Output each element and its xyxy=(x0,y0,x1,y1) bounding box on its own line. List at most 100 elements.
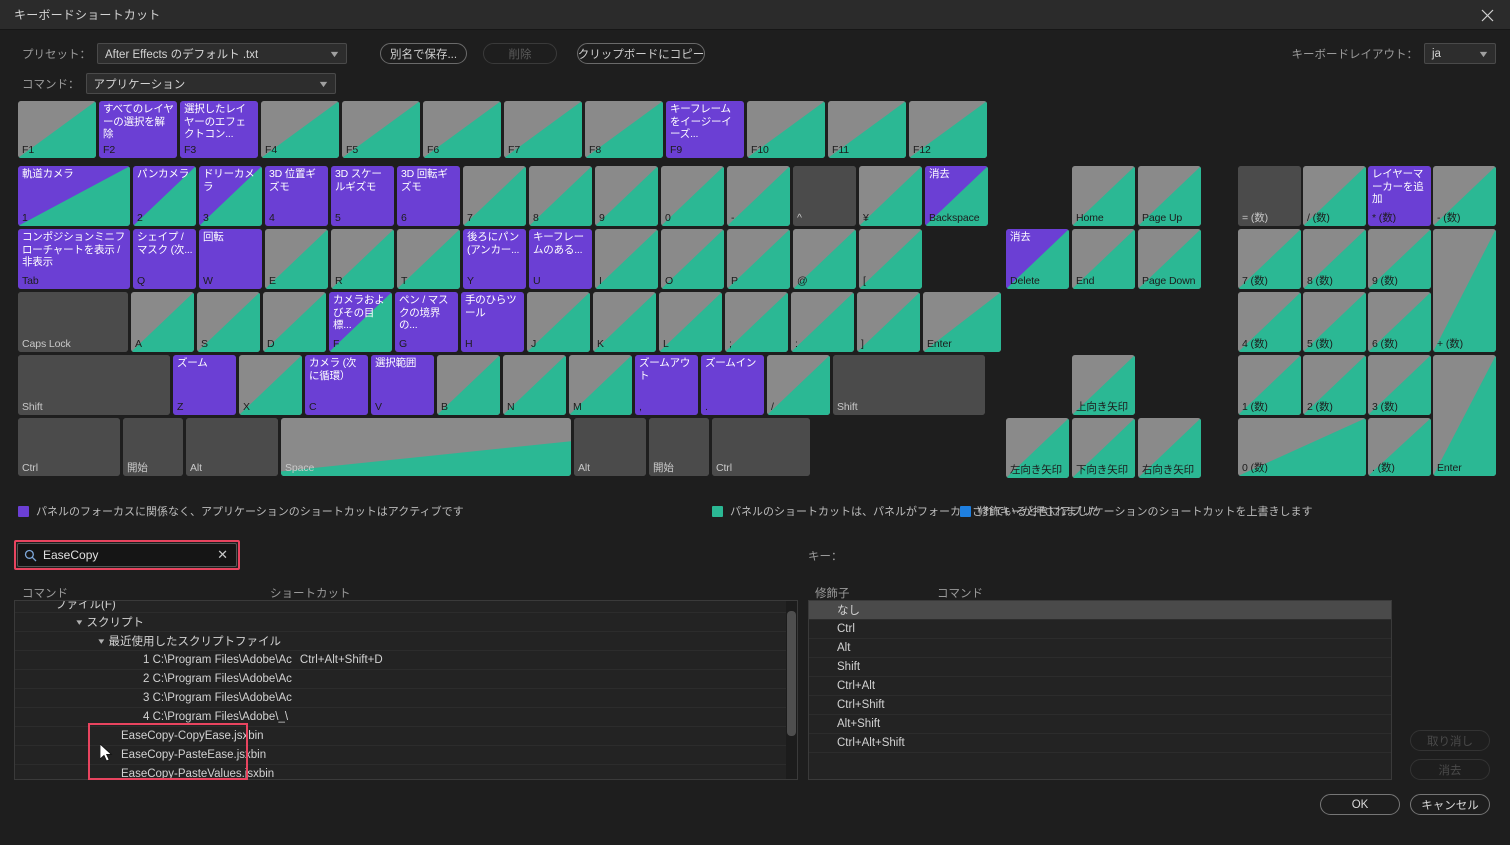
key--2-12[interactable]: [ xyxy=(859,229,922,289)
key--np15[interactable]: . (数) xyxy=(1368,418,1431,476)
key-f6-0-5[interactable]: F6 xyxy=(423,101,501,158)
key-ctrl-5-6[interactable]: Ctrl xyxy=(712,418,810,476)
key-enter-np16[interactable]: Enter xyxy=(1433,355,1496,476)
table-row[interactable]: 3 C:\Program Files\Adobe\Ac xyxy=(15,689,797,708)
key-t-2-5[interactable]: T xyxy=(397,229,460,289)
key--np2[interactable]: レイヤーマーカーを追加 * (数) xyxy=(1368,166,1431,226)
key-y-2-6[interactable]: 後ろにパン (アンカー... Y xyxy=(463,229,526,289)
modifier-row[interactable]: Ctrl+Alt+Shift xyxy=(809,734,1391,753)
copy-to-clipboard-button[interactable]: クリップボードにコピー xyxy=(577,43,705,64)
key--arr0[interactable]: 上向き矢印 xyxy=(1072,355,1135,415)
key--arr2[interactable]: 下向き矢印 xyxy=(1072,418,1135,478)
key-h-3-6[interactable]: 手のひらツール H xyxy=(461,292,524,352)
key-r-2-4[interactable]: R xyxy=(331,229,394,289)
key-7-np4[interactable]: 7 (数) xyxy=(1238,229,1301,289)
key-3-np13[interactable]: 3 (数) xyxy=(1368,355,1431,415)
command-tree-scrollbar[interactable] xyxy=(786,601,797,779)
key-j-3-7[interactable]: J xyxy=(527,292,590,352)
key-delete-nav2[interactable]: 消去 Delete xyxy=(1006,229,1069,289)
key-w-2-2[interactable]: 回転 W xyxy=(199,229,262,289)
tree-twisty-icon[interactable]: ▾ xyxy=(98,636,104,647)
key-n-4-6[interactable]: N xyxy=(503,355,566,415)
table-row[interactable]: 1 C:\Program Files\Adobe\Ac Ctrl+Alt+Shif… xyxy=(15,651,797,670)
key-p-2-10[interactable]: P xyxy=(727,229,790,289)
key-modifier-pane[interactable]: なし Ctrl Alt Shift Ctrl+Alt Ctrl+Shift Alt+Shif… xyxy=(808,600,1392,780)
key-tab-2-0[interactable]: コンポジションミニフローチャートを表示 / 非表示 Tab xyxy=(18,229,130,289)
close-icon[interactable] xyxy=(1464,0,1510,30)
key-6-np10[interactable]: 6 (数) xyxy=(1368,292,1431,352)
key--arr3[interactable]: 右向き矢印 xyxy=(1138,418,1201,478)
search-input[interactable] xyxy=(37,548,216,562)
key--3-12[interactable]: ] xyxy=(857,292,920,352)
key--arr1[interactable]: 左向き矢印 xyxy=(1006,418,1069,478)
key-8-np5[interactable]: 8 (数) xyxy=(1303,229,1366,289)
key-x-4-2[interactable]: X xyxy=(239,355,302,415)
key-v-4-4[interactable]: 選択範囲 V xyxy=(371,355,434,415)
key-9-1-8[interactable]: 9 xyxy=(595,166,658,226)
key-f9-0-8[interactable]: キーフレームをイージーイーズ... F9 xyxy=(666,101,744,158)
key-z-4-1[interactable]: ズーム Z xyxy=(173,355,236,415)
key-f10-0-9[interactable]: F10 xyxy=(747,101,825,158)
key--np0[interactable]: = (数) xyxy=(1238,166,1301,226)
key-d-3-3[interactable]: D xyxy=(263,292,326,352)
key--4-10[interactable]: / xyxy=(767,355,830,415)
key-8-1-7[interactable]: 8 xyxy=(529,166,592,226)
key-f2-0-1[interactable]: すべてのレイヤーの選択を解除 F2 xyxy=(99,101,177,158)
key-alt-5-4[interactable]: Alt xyxy=(574,418,646,476)
scrollbar-thumb[interactable] xyxy=(787,611,796,736)
key-f7-0-6[interactable]: F7 xyxy=(504,101,582,158)
search-box[interactable]: ✕ xyxy=(14,540,240,570)
key-enter-3-13[interactable]: Enter xyxy=(923,292,1001,352)
key-caps-lock-3-0[interactable]: Caps Lock xyxy=(18,292,128,352)
modifier-row[interactable]: なし xyxy=(809,601,1391,620)
key-f1-0-0[interactable]: F1 xyxy=(18,101,96,158)
key-f8-0-7[interactable]: F8 xyxy=(585,101,663,158)
command-tree-pane[interactable]: ファイル(F) ▾ スクリプト ▾ 最近使用したスクリプトファイル 1 C:\Progra… xyxy=(14,600,798,780)
table-row[interactable]: ファイル(F) xyxy=(15,601,797,613)
key-backspace-1-13[interactable]: 消去 Backspace xyxy=(925,166,988,226)
key-e-2-3[interactable]: E xyxy=(265,229,328,289)
key-c-4-3[interactable]: カメラ (次に循環） C xyxy=(305,355,368,415)
modifier-row[interactable]: Shift xyxy=(809,658,1391,677)
key-page-down-nav4[interactable]: Page Down xyxy=(1138,229,1201,289)
table-row[interactable]: ▾ スクリプト xyxy=(15,613,797,632)
key--np7[interactable]: + (数) xyxy=(1433,229,1496,352)
key-ctrl-5-0[interactable]: Ctrl xyxy=(18,418,120,476)
ok-button[interactable]: OK xyxy=(1320,794,1400,815)
key--2-11[interactable]: @ xyxy=(793,229,856,289)
key-l-3-9[interactable]: L xyxy=(659,292,722,352)
table-row[interactable]: ▾ 最近使用したスクリプトファイル xyxy=(15,632,797,651)
key-6-1-5[interactable]: 3D 回転ギズモ 6 xyxy=(397,166,460,226)
key-2-np12[interactable]: 2 (数) xyxy=(1303,355,1366,415)
key-s-3-2[interactable]: S xyxy=(197,292,260,352)
key-5-1-4[interactable]: 3D スケールギズモ 5 xyxy=(331,166,394,226)
modifier-row[interactable]: Alt xyxy=(809,639,1391,658)
key-f-3-4[interactable]: カメラおよびその目標... F xyxy=(329,292,392,352)
cancel-button[interactable]: キャンセル xyxy=(1410,794,1490,815)
key-5-np9[interactable]: 5 (数) xyxy=(1303,292,1366,352)
key-f3-0-2[interactable]: 選択したレイヤーのエフェクトコン... F3 xyxy=(180,101,258,158)
key-1-np11[interactable]: 1 (数) xyxy=(1238,355,1301,415)
save-as-button[interactable]: 別名で保存... xyxy=(380,43,467,64)
key--np3[interactable]: - (数) xyxy=(1433,166,1496,226)
key--5-1[interactable]: 開始 xyxy=(123,418,183,476)
key-f12-0-11[interactable]: F12 xyxy=(909,101,987,158)
key-m-4-7[interactable]: M xyxy=(569,355,632,415)
key-f4-0-3[interactable]: F4 xyxy=(261,101,339,158)
key-9-np6[interactable]: 9 (数) xyxy=(1368,229,1431,289)
key--np1[interactable]: / (数) xyxy=(1303,166,1366,226)
tree-twisty-icon[interactable]: ▾ xyxy=(76,617,82,628)
key-4-1-3[interactable]: 3D 位置ギズモ 4 xyxy=(265,166,328,226)
table-row[interactable]: 2 C:\Program Files\Adobe\Ac xyxy=(15,670,797,689)
modifier-row[interactable]: Ctrl xyxy=(809,620,1391,639)
key--3-10[interactable]: ; xyxy=(725,292,788,352)
clear-icon[interactable]: ✕ xyxy=(215,547,230,563)
table-row[interactable]: EaseCopy-CopyEase.jsxbin xyxy=(15,727,797,746)
key-page-up-nav1[interactable]: Page Up xyxy=(1138,166,1201,226)
key-4-np8[interactable]: 4 (数) xyxy=(1238,292,1301,352)
key--5-5[interactable]: 開始 xyxy=(649,418,709,476)
key-end-nav3[interactable]: End xyxy=(1072,229,1135,289)
table-row[interactable]: EaseCopy-PasteEase.jsxbin xyxy=(15,746,797,765)
key-q-2-1[interactable]: シェイプ / マスク (次... Q xyxy=(133,229,196,289)
key-u-2-7[interactable]: キーフレームのある... U xyxy=(529,229,592,289)
